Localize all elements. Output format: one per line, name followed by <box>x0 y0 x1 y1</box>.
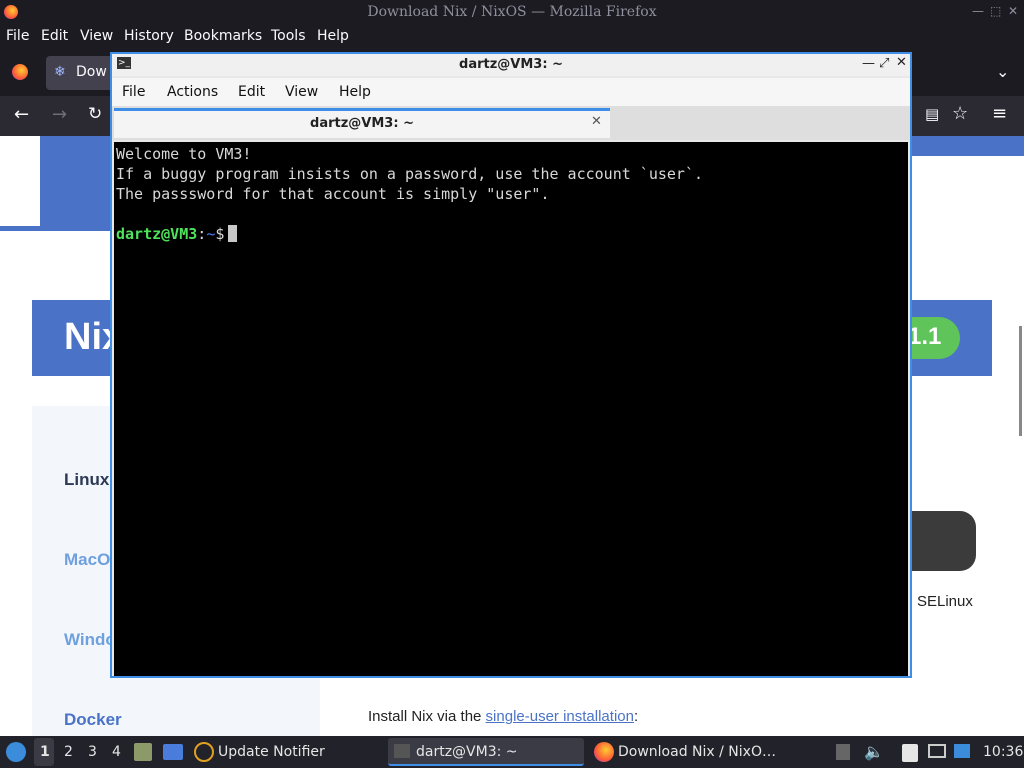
menu-bookmarks[interactable]: Bookmarks <box>184 28 262 44</box>
reader-view-icon[interactable]: ▤ <box>925 105 939 123</box>
back-icon[interactable]: ← <box>14 104 29 125</box>
terminal-menu-file[interactable]: File <box>122 84 145 100</box>
task-update-notifier[interactable]: Update Notifier <box>192 738 372 766</box>
terminal-menu-actions[interactable]: Actions <box>167 84 218 100</box>
network-icon[interactable] <box>954 744 970 758</box>
clock[interactable]: 10:36 <box>983 744 1023 760</box>
menu-view[interactable]: View <box>80 28 113 44</box>
task-label: dartz@VM3: ~ <box>416 744 518 760</box>
forward-icon[interactable]: → <box>52 104 67 125</box>
nix-favicon-icon: ❄ <box>54 64 66 80</box>
minimize-icon[interactable]: — <box>972 4 984 18</box>
prompt-separator: : <box>197 225 207 243</box>
terminal-task-icon <box>394 744 410 758</box>
terminal-menu-edit[interactable]: Edit <box>238 84 265 100</box>
menu-file[interactable]: File <box>6 28 29 44</box>
workspace-1[interactable]: 1 <box>40 744 50 760</box>
terminal-menubar: File Actions Edit View Help <box>112 78 910 106</box>
terminal-tab-title: dartz@VM3: ~ <box>310 116 414 131</box>
update-notifier-icon <box>194 742 214 762</box>
firefox-titlebar: Download Nix / NixOS — Mozilla Firefox —… <box>0 0 1024 24</box>
firefox-task-icon <box>594 742 614 762</box>
prompt-path: ~ <box>206 225 216 243</box>
menu-history[interactable]: History <box>124 28 174 44</box>
version-badge-label: 1.1 <box>908 323 942 350</box>
terminal-output[interactable]: Welcome to VM3! If a buggy program insis… <box>114 142 908 676</box>
terminal-minimize-icon[interactable]: — <box>862 56 875 71</box>
terminal-prompt[interactable]: dartz@VM3:~$ <box>116 224 238 244</box>
single-user-installation-link[interactable]: single-user installation <box>486 708 634 725</box>
page-scrollbar[interactable] <box>1019 326 1022 436</box>
display-icon[interactable] <box>928 744 946 758</box>
bookmark-star-icon[interactable]: ☆ <box>952 103 968 124</box>
selinux-text: SELinux <box>917 593 973 610</box>
tab-list-chevron-icon[interactable]: ⌄ <box>996 62 1009 81</box>
maximize-icon[interactable]: ⬚ <box>990 4 1001 18</box>
app-menu-icon[interactable]: ≡ <box>992 103 1007 124</box>
firefox-window-title: Download Nix / NixOS — Mozilla Firefox <box>367 4 657 20</box>
text-cursor <box>228 225 238 242</box>
terminal-maximize-icon[interactable]: ⤢ <box>879 56 889 71</box>
install-prefix: Install Nix via the <box>368 708 486 725</box>
close-icon[interactable]: ✕ <box>1008 4 1018 18</box>
workspace-4[interactable]: 4 <box>112 744 121 760</box>
browser-tab-title: Dow <box>76 64 107 80</box>
prompt-symbol: $ <box>215 225 225 243</box>
terminal-tab[interactable]: dartz@VM3: ~ ✕ <box>114 108 610 138</box>
notes-icon[interactable] <box>902 744 918 762</box>
terminal-menu-help[interactable]: Help <box>339 84 371 100</box>
workspace-2[interactable]: 2 <box>64 744 73 760</box>
download-button[interactable] <box>912 511 976 571</box>
task-firefox[interactable]: Download Nix / NixO… <box>590 738 790 766</box>
sidebar-item-windows[interactable]: Windo <box>64 630 116 650</box>
sidebar-item-linux[interactable]: Linux <box>64 470 109 490</box>
start-menu-icon[interactable] <box>6 742 26 762</box>
terminal-tab-close-icon[interactable]: ✕ <box>591 114 602 129</box>
terminal-titlebar[interactable]: >_ dartz@VM3: ~ — ⤢ ✕ <box>112 54 910 76</box>
menu-help[interactable]: Help <box>317 28 349 44</box>
terminal-window: >_ dartz@VM3: ~ — ⤢ ✕ File Actions Edit … <box>110 52 912 678</box>
reload-icon[interactable]: ↻ <box>88 104 102 124</box>
terminal-line: If a buggy program insists on a password… <box>116 165 703 183</box>
taskbar: 1 2 3 4 Update Notifier dartz@VM3: ~ Dow… <box>0 736 1024 768</box>
terminal-menu-view[interactable]: View <box>285 84 318 100</box>
terminal-line: The passsword for that account is simply… <box>116 185 550 203</box>
file-manager-icon[interactable] <box>134 743 152 761</box>
task-terminal[interactable]: dartz@VM3: ~ <box>388 738 584 766</box>
firefox-menubar: File Edit View History Bookmarks Tools H… <box>0 24 1024 50</box>
task-label: Update Notifier <box>218 744 325 760</box>
tray-clipboard-icon[interactable] <box>836 744 850 760</box>
workspace-3[interactable]: 3 <box>88 744 97 760</box>
menu-edit[interactable]: Edit <box>41 28 68 44</box>
volume-icon[interactable]: 🔈 <box>864 742 884 761</box>
sidebar-item-docker[interactable]: Docker <box>64 710 122 730</box>
show-desktop-icon[interactable] <box>163 744 183 760</box>
firefox-view-icon[interactable] <box>12 64 28 80</box>
terminal-line: Welcome to VM3! <box>116 145 252 163</box>
install-suffix: : <box>633 708 639 725</box>
menu-tools[interactable]: Tools <box>271 28 306 44</box>
sidebar-item-macos[interactable]: MacO <box>64 550 110 570</box>
task-label: Download Nix / NixO… <box>618 744 776 760</box>
prompt-user: dartz@VM3 <box>116 225 198 243</box>
install-instructions: Install Nix via the single-user installa… <box>368 708 638 725</box>
terminal-close-icon[interactable]: ✕ <box>896 55 907 70</box>
terminal-window-title: dartz@VM3: ~ <box>459 57 563 72</box>
terminal-tabbar: dartz@VM3: ~ ✕ <box>112 106 910 140</box>
